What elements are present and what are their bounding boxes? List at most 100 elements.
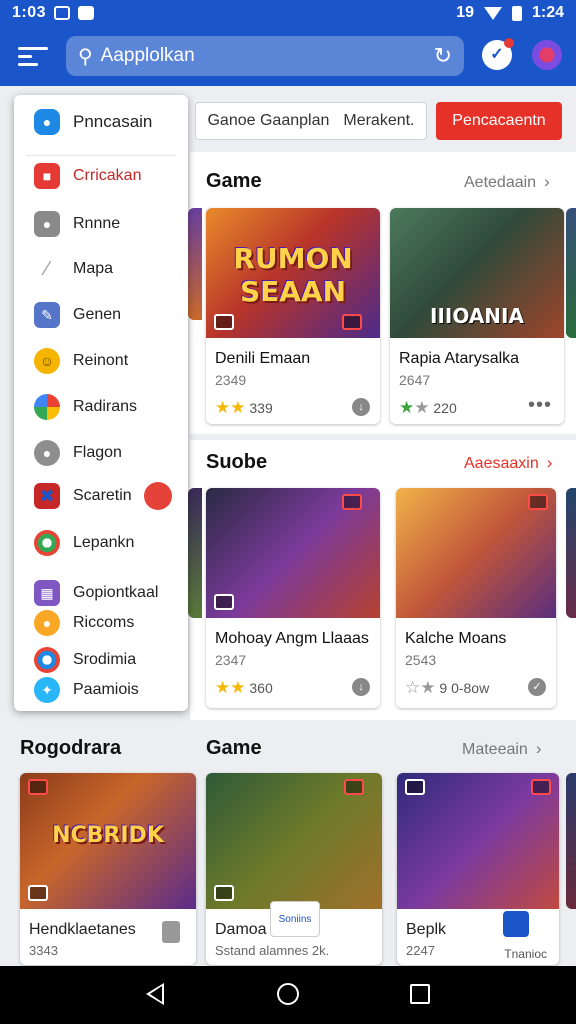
star-icon: ★ bbox=[215, 678, 231, 697]
game-card[interactable]: Beplk 2247 Tnanioc bbox=[397, 773, 559, 965]
refresh-icon[interactable]: ↻ bbox=[434, 43, 452, 69]
download-icon[interactable]: ↓ bbox=[352, 398, 370, 416]
card-rating: ★★ 220 bbox=[399, 398, 457, 417]
pen-icon: ✎ bbox=[34, 302, 60, 328]
drawer-item-label: Pnncasain bbox=[73, 112, 153, 131]
section-title: Suobe bbox=[206, 451, 268, 473]
puzzle-icon: ● bbox=[34, 109, 60, 135]
battery-icon bbox=[511, 5, 522, 21]
search-input[interactable]: ⚲ Aapplolkan ↻ bbox=[66, 36, 464, 76]
drawer-item[interactable]: ● Pnncasain bbox=[14, 105, 188, 139]
star-icon: ★ bbox=[414, 398, 430, 417]
game-card[interactable]: Mohoay Angm Llaaas 2347 ★★ 360 ↓ bbox=[206, 488, 380, 708]
card-name: Hendklaetanes bbox=[29, 921, 136, 938]
section-more-link[interactable]: Aaesaaxin › bbox=[464, 453, 552, 473]
game-artwork: NCBRIDK bbox=[20, 773, 196, 909]
card-name: Mohoay Angm Llaaas bbox=[215, 630, 369, 647]
star-icon: ★ bbox=[230, 678, 246, 697]
section-more-link[interactable]: Aetedaain › bbox=[464, 172, 550, 192]
badge-icon bbox=[405, 779, 425, 795]
star-icon: ★ bbox=[215, 398, 231, 417]
badge-icon bbox=[342, 314, 362, 330]
game-card[interactable]: Damoa Sstand alamnes 2k. Soniins bbox=[206, 773, 382, 965]
chevron-right-icon: › bbox=[546, 453, 553, 472]
art-title: IIIOANIA bbox=[430, 304, 524, 328]
game-artwork bbox=[206, 488, 380, 618]
section-title: Game bbox=[206, 170, 262, 192]
drawer-item[interactable]: ● Flagon bbox=[14, 436, 188, 470]
profile-badge-icon[interactable]: ✓ bbox=[482, 38, 514, 70]
card-rating: ☆★ 9 0-8ow bbox=[405, 678, 490, 697]
card-count: 3343 bbox=[29, 943, 58, 958]
drawer-item[interactable]: Srodimia bbox=[14, 643, 188, 677]
red-square-icon: ■ bbox=[34, 163, 60, 189]
card-count: 2247 bbox=[406, 943, 435, 958]
drawer-item-label: Rnnne bbox=[73, 215, 121, 232]
download-icon[interactable]: ↓ bbox=[352, 678, 370, 696]
drawer-item[interactable]: Lepankn bbox=[14, 526, 188, 560]
primary-action-button[interactable]: Pencacaentn bbox=[436, 102, 562, 140]
color-wheel-icon bbox=[34, 394, 60, 420]
drawer-item-label: Gopiontkaal bbox=[73, 584, 159, 601]
filter-chip-left: Ganoe Gaanplan bbox=[207, 112, 330, 129]
game-artwork bbox=[396, 488, 556, 618]
filter-chip[interactable]: Ganoe Gaanplan Merakent. bbox=[195, 102, 427, 140]
card-count: 2543 bbox=[405, 652, 437, 668]
drawer-item[interactable]: ▦ Gopiontkaal bbox=[14, 576, 188, 610]
section-more-link[interactable]: Mateeain › bbox=[462, 739, 542, 759]
menu-icon[interactable] bbox=[18, 42, 48, 70]
art-title: RUMON SEAAN bbox=[233, 242, 353, 308]
game-artwork bbox=[206, 773, 382, 909]
badge-icon bbox=[28, 885, 48, 901]
bluebird-icon: ✦ bbox=[34, 677, 60, 703]
star-icon: ☆ bbox=[405, 678, 421, 697]
recent-apps-icon[interactable] bbox=[410, 984, 430, 1004]
game-card[interactable]: RUMON SEAAN Denili Emaan 2349 ★★ 339 ↓ bbox=[206, 208, 380, 424]
drawer-item-label: Flagon bbox=[73, 444, 122, 461]
system-nav-bar bbox=[0, 966, 576, 1024]
drawer-item-label: Srodimia bbox=[73, 651, 137, 668]
home-icon[interactable] bbox=[277, 983, 299, 1005]
card-name: Denili Emaan bbox=[215, 350, 311, 367]
badge-icon bbox=[214, 594, 234, 610]
card-peek bbox=[566, 773, 576, 909]
drawer-item[interactable]: ✦ Paamiois bbox=[14, 673, 188, 707]
wifi-icon bbox=[483, 6, 502, 20]
game-card[interactable]: NCBRIDK Hendklaetanes 3343 bbox=[20, 773, 196, 965]
game-card[interactable]: IIIOANIA Rapia Atarysalka 2647 ★★ 220 ••… bbox=[390, 208, 564, 424]
chrome-icon bbox=[34, 530, 60, 556]
drawer-item-label: Lepankn bbox=[73, 534, 135, 551]
back-icon[interactable] bbox=[146, 983, 164, 1005]
star-icon: ★ bbox=[420, 678, 436, 697]
drawer-item[interactable]: ☺ Reinont bbox=[14, 344, 188, 378]
card-name: Beplk bbox=[406, 921, 447, 938]
notification-icon bbox=[54, 6, 71, 20]
card-rating: ★★ 339 bbox=[215, 398, 273, 417]
star-icon: ★ bbox=[230, 398, 246, 417]
drawer-item[interactable]: ✎ Genen bbox=[14, 298, 188, 332]
star-icon: ★ bbox=[399, 398, 415, 417]
paperclip-icon: ∕ bbox=[45, 257, 49, 280]
drawer-item[interactable]: Radirans bbox=[14, 390, 188, 424]
drawer-item[interactable]: ● Rnnne bbox=[14, 207, 188, 241]
drawer-item-label: Scaretin bbox=[73, 487, 132, 504]
badge-icon bbox=[528, 494, 548, 510]
card-count: 2347 bbox=[215, 652, 247, 668]
card-count: Sstand alamnes 2k. bbox=[215, 943, 330, 958]
drawer-item-label: Paamiois bbox=[73, 681, 139, 698]
drawer-item[interactable]: ■ Crricakan bbox=[14, 159, 188, 193]
drawer-item[interactable]: ∕ Mapa bbox=[14, 252, 188, 286]
badge-icon bbox=[214, 885, 234, 901]
drawer-item[interactable]: ● Riccoms bbox=[14, 606, 188, 640]
card-name: Kalche Moans bbox=[405, 630, 507, 647]
app-icon bbox=[162, 921, 180, 943]
flower-icon[interactable] bbox=[532, 40, 562, 70]
status-signal-text: 19 bbox=[456, 4, 474, 21]
drawer-item-label: Genen bbox=[73, 306, 122, 323]
badge-label: Soniins bbox=[270, 901, 320, 937]
game-card[interactable]: Kalche Moans 2543 ☆★ 9 0-8ow ✓ bbox=[396, 488, 556, 708]
check-icon[interactable]: ✓ bbox=[528, 678, 546, 696]
section-title-left: Rogodrara bbox=[20, 737, 122, 759]
drawer-item-label: Mapa bbox=[73, 260, 114, 277]
more-icon[interactable]: ••• bbox=[528, 394, 552, 417]
